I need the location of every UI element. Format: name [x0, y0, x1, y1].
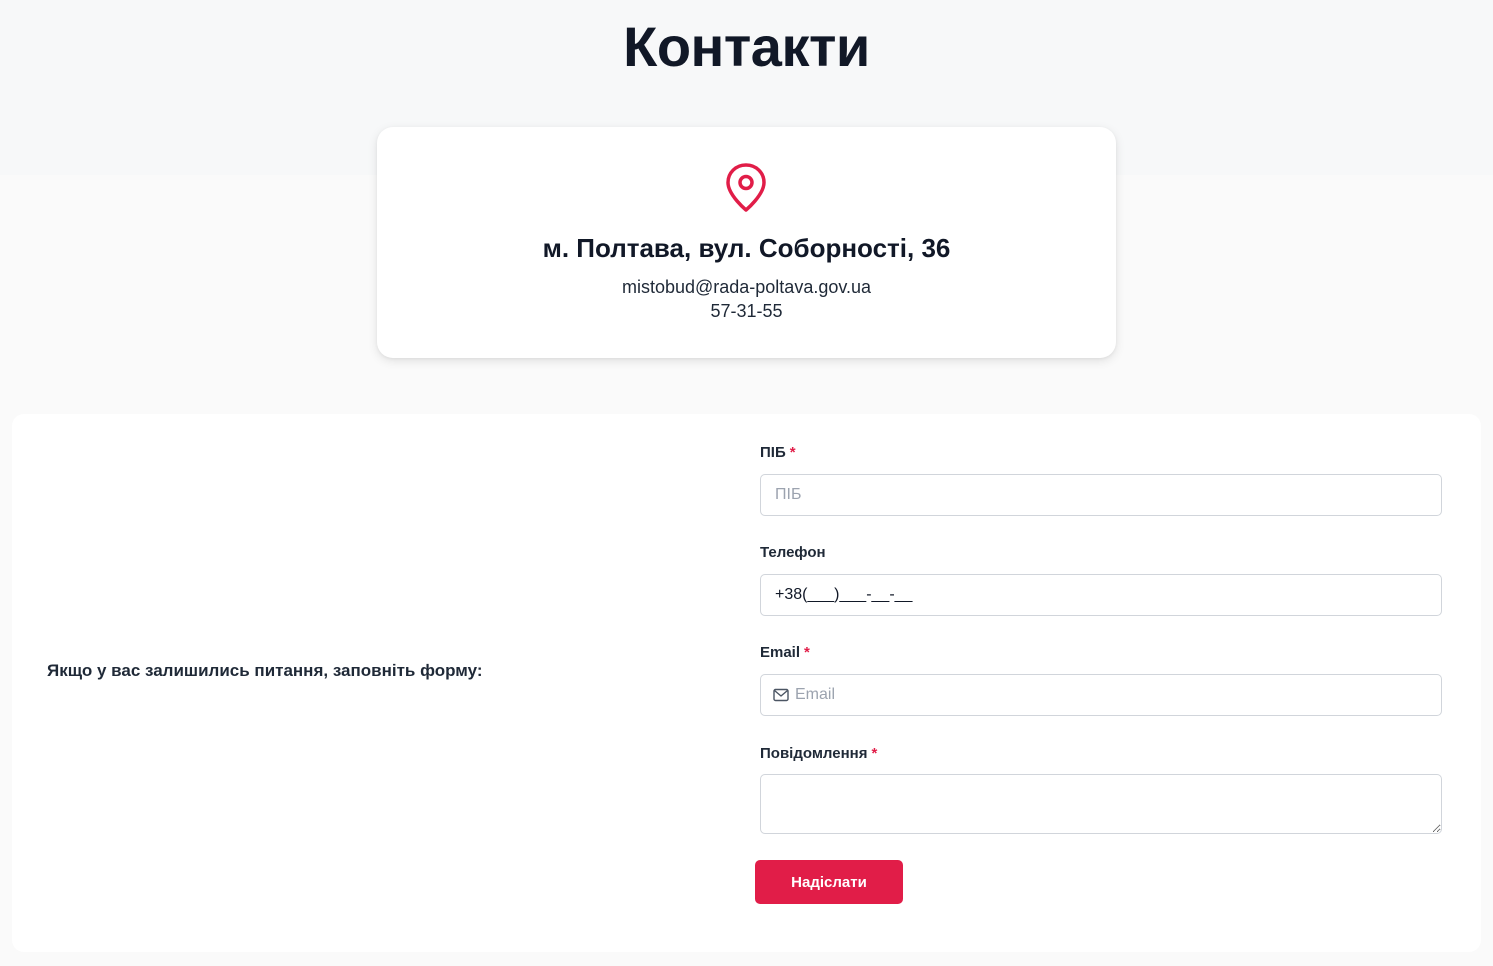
- mail-icon: [773, 688, 789, 702]
- feedback-form-section: Якщо у вас залишились питання, заповніть…: [12, 414, 1481, 952]
- name-field-label: ПІБ *: [760, 444, 796, 461]
- required-marker: *: [789, 444, 796, 461]
- message-textarea[interactable]: [760, 774, 1442, 834]
- email-field-label: Email *: [760, 644, 810, 661]
- map-pin-icon: [726, 163, 766, 212]
- contact-phone: 57-31-55: [710, 301, 783, 321]
- form-intro-text: Якщо у вас залишились питання, заповніть…: [47, 661, 483, 680]
- required-marker: *: [871, 745, 878, 762]
- message-field-label: Повідомлення *: [760, 745, 878, 762]
- phone-field-label: Телефон: [760, 544, 826, 561]
- contact-card: м. Полтава, вул. Соборності, 36 mistobud…: [377, 127, 1116, 358]
- email-field[interactable]: [760, 674, 1442, 716]
- required-marker: *: [804, 644, 810, 661]
- submit-button[interactable]: Надіслати: [755, 860, 903, 904]
- name-input[interactable]: [760, 474, 1442, 516]
- phone-input[interactable]: [760, 574, 1442, 616]
- page-title: Контакти: [623, 15, 870, 78]
- contact-address: м. Полтава, вул. Соборності, 36: [542, 233, 951, 263]
- email-input[interactable]: [795, 675, 1435, 715]
- contact-email: mistobud@rada-poltava.gov.ua: [621, 277, 872, 297]
